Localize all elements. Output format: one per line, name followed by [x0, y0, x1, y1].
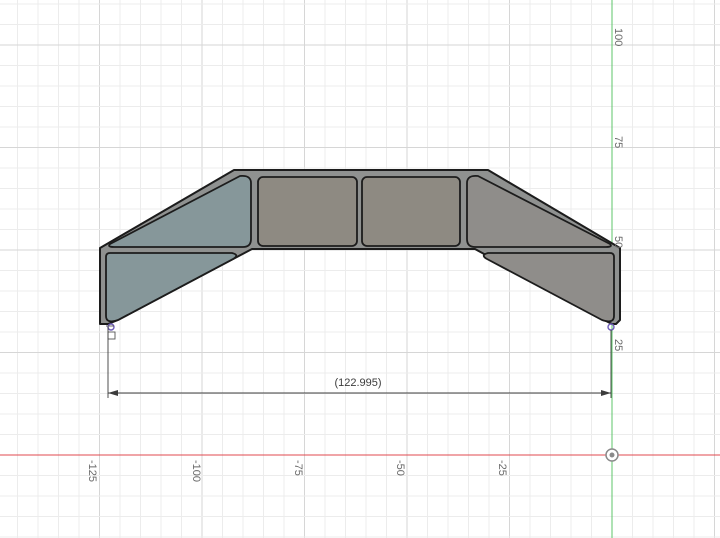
x-tick-label: -100 [190, 460, 202, 482]
origin-marker-icon[interactable] [605, 448, 619, 462]
cavity-center-right[interactable] [361, 176, 461, 247]
x-tick-label: -50 [394, 460, 406, 476]
cavity-center-left[interactable] [257, 176, 358, 247]
design-viewport[interactable]: (122.995) -125 -100 -75 -50 -25 100 75 5… [0, 0, 720, 538]
dimension-value[interactable]: (122.995) [334, 377, 381, 389]
x-tick-label: -25 [496, 460, 508, 476]
x-tick-label: -75 [292, 460, 304, 476]
y-tick-label: 25 [612, 339, 624, 351]
y-tick-label: 50 [612, 236, 624, 248]
x-tick-label: -125 [86, 460, 98, 482]
y-tick-label: 100 [612, 28, 624, 46]
y-tick-label: 75 [612, 136, 624, 148]
